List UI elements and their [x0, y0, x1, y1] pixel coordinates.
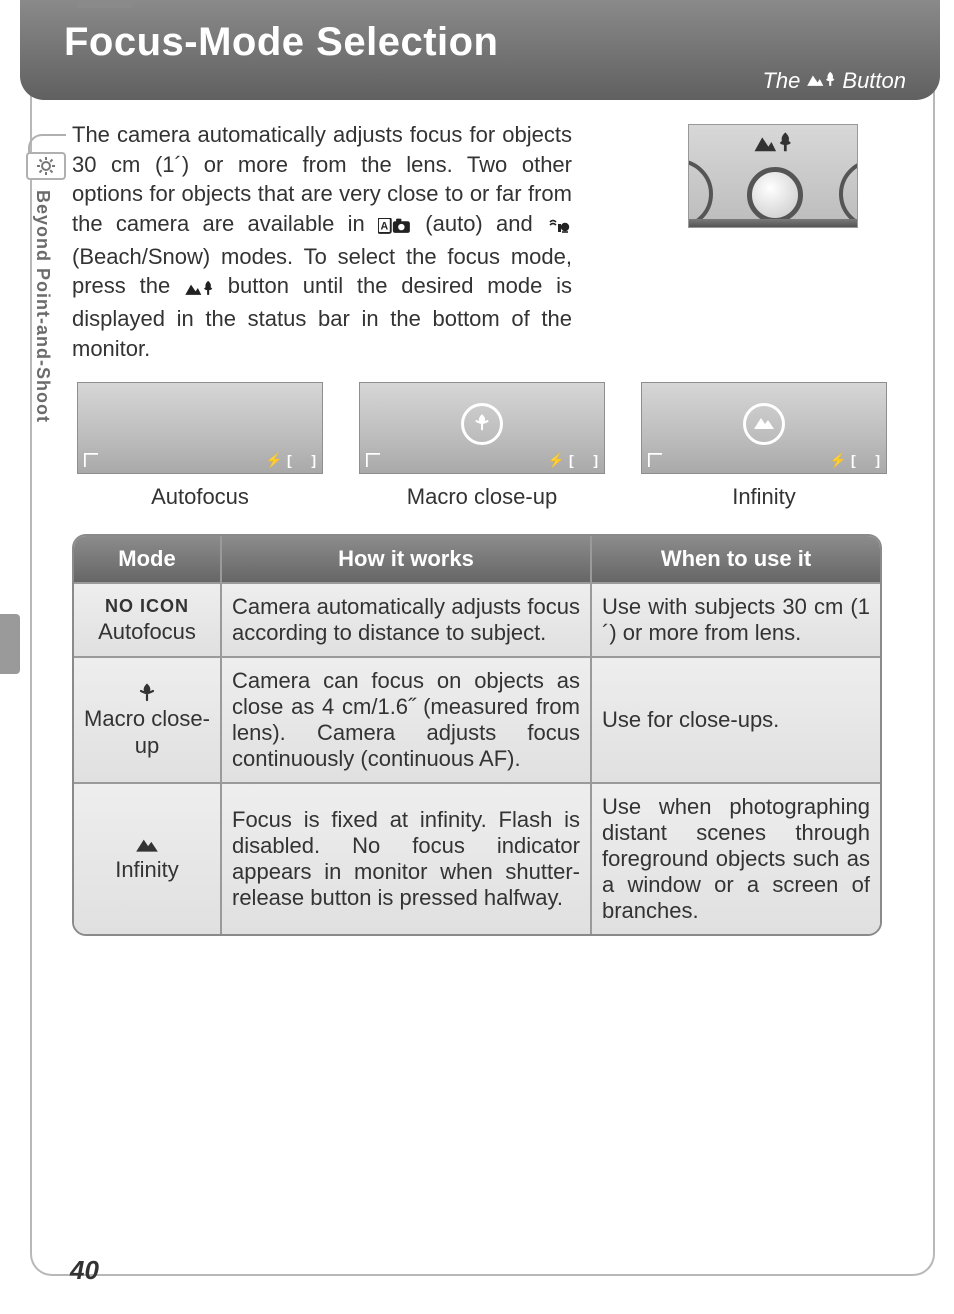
preview-screen: ⚡ [ ]	[77, 382, 323, 474]
how-cell: Camera can focus on objects as close as …	[222, 656, 592, 782]
focus-mode-table: Mode How it works When to use it NO ICON…	[72, 534, 882, 936]
thumb-index-marker	[0, 614, 20, 674]
subtitle-prefix: The	[762, 68, 800, 94]
mountain-icon	[752, 413, 776, 436]
page-header: Focus-Mode Selection The Button	[20, 0, 940, 100]
header-mode: Mode	[74, 536, 222, 582]
when-cell: Use with subjects 30 cm (1´) or more fro…	[592, 582, 880, 656]
macro-icon	[84, 681, 210, 703]
dial-left-arc	[688, 159, 713, 228]
intro-text-2: (auto) and	[425, 211, 546, 236]
status-bar: ⚡ [ ]	[642, 447, 886, 473]
table-row: Infinity Focus is fixed at infinity. Fla…	[74, 782, 880, 934]
header-when: When to use it	[592, 536, 880, 582]
when-cell: Use for close-ups.	[592, 656, 880, 782]
side-tab-icon-block	[26, 152, 66, 180]
no-icon-label: NO ICON	[84, 595, 210, 618]
frame-corner-icon	[366, 453, 380, 467]
screen-previews-row: ⚡ [ ] Autofocus ⚡ [	[72, 382, 892, 510]
status-right-group: ⚡ [ ]	[830, 452, 880, 469]
dial-right-arc	[839, 159, 858, 228]
bracket-close-icon: ]	[593, 452, 598, 468]
table-header-row: Mode How it works When to use it	[74, 536, 880, 582]
mode-name: Autofocus	[84, 618, 210, 646]
mountain-macro-icon	[184, 276, 214, 301]
frame-corner-icon	[84, 453, 98, 467]
side-tab-label: Beyond Point-and-Shoot	[32, 190, 53, 423]
table-row: Macro close-up Camera can focus on objec…	[74, 656, 880, 782]
flash-icon: ⚡	[548, 452, 565, 469]
focus-mode-button	[747, 167, 803, 223]
mode-name: Macro close-up	[84, 705, 210, 760]
bracket-open-icon: [	[851, 452, 856, 468]
how-cell: Camera automatically adjusts focus accor…	[222, 582, 592, 656]
preview-label: Infinity	[732, 484, 796, 510]
intro-paragraph: The camera automatically adjusts focus f…	[72, 120, 572, 364]
how-cell: Focus is fixed at infinity. Flash is dis…	[222, 782, 592, 934]
mode-cell-infinity: Infinity	[74, 782, 222, 934]
focus-ring	[461, 403, 503, 445]
side-tab-corner	[28, 134, 66, 154]
mode-name: Infinity	[84, 856, 210, 884]
header-tab-decoration	[78, 0, 132, 8]
auto-camera-icon	[378, 214, 412, 239]
page-title: Focus-Mode Selection	[64, 20, 499, 65]
gear-icon	[36, 156, 56, 176]
flash-icon: ⚡	[830, 452, 847, 469]
frame-corner-icon	[648, 453, 662, 467]
preview-label: Autofocus	[151, 484, 249, 510]
header-subtitle: The Button	[762, 68, 906, 94]
mode-cell-autofocus: NO ICON Autofocus	[74, 582, 222, 656]
side-tab: Beyond Point-and-Shoot	[22, 150, 62, 430]
macro-icon	[471, 411, 493, 438]
bracket-open-icon: [	[569, 452, 574, 468]
beach-snow-icon	[546, 214, 572, 239]
bracket-open-icon: [	[287, 452, 292, 468]
preview-label: Macro close-up	[407, 484, 557, 510]
preview-infinity: ⚡ [ ] Infinity	[636, 382, 892, 510]
status-right-group: ⚡ [ ]	[548, 452, 598, 469]
illustration-base	[689, 219, 857, 227]
bracket-close-icon: ]	[875, 452, 880, 468]
page-number: 40	[70, 1255, 99, 1286]
subtitle-suffix: Button	[842, 68, 906, 94]
status-right-group: ⚡ [ ]	[266, 452, 316, 469]
mode-cell-macro: Macro close-up	[74, 656, 222, 782]
preview-autofocus: ⚡ [ ] Autofocus	[72, 382, 328, 510]
preview-screen: ⚡ [ ]	[641, 382, 887, 474]
mountain-macro-icon	[689, 131, 857, 158]
main-content: The camera automatically adjusts focus f…	[72, 120, 892, 364]
preview-macro: ⚡ [ ] Macro close-up	[354, 382, 610, 510]
status-bar: ⚡ [ ]	[360, 447, 604, 473]
bracket-close-icon: ]	[311, 452, 316, 468]
camera-button-illustration	[688, 124, 858, 228]
mountain-macro-icon	[806, 68, 836, 94]
focus-ring	[743, 403, 785, 445]
table-row: NO ICON Autofocus Camera automatically a…	[74, 582, 880, 656]
mountain-icon	[84, 834, 210, 854]
when-cell: Use when photographing distant scenes th…	[592, 782, 880, 934]
header-how: How it works	[222, 536, 592, 582]
preview-screen: ⚡ [ ]	[359, 382, 605, 474]
status-bar: ⚡ [ ]	[78, 447, 322, 473]
flash-icon: ⚡	[266, 452, 283, 469]
